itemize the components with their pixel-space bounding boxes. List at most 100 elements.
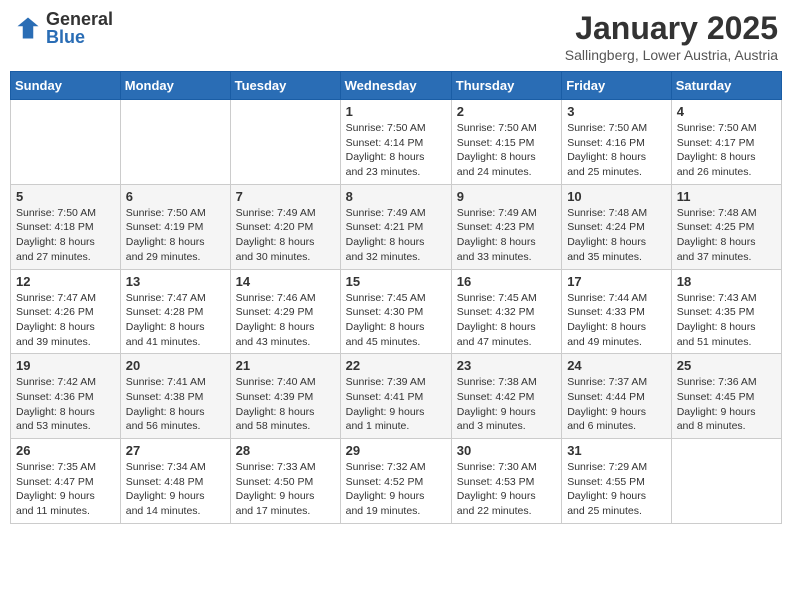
logo-text: General Blue — [46, 10, 113, 46]
calendar-cell: 3 Sunrise: 7:50 AM Sunset: 4:16 PM Daylig… — [562, 100, 672, 185]
day-number: 20 — [126, 358, 225, 373]
day-info: Sunrise: 7:30 AM Sunset: 4:53 PM Dayligh… — [457, 460, 556, 519]
calendar-cell: 17Sunrise: 7:44 AM Sunset: 4:33 PM Dayli… — [562, 269, 672, 354]
day-number: 3 — [567, 104, 666, 119]
day-info: Sunrise: 7:48 AM Sunset: 4:24 PM Dayligh… — [567, 206, 666, 265]
day-number: 25 — [677, 358, 776, 373]
weekday-header-thursday: Thursday — [451, 72, 561, 100]
day-info: Sunrise: 7:38 AM Sunset: 4:42 PM Dayligh… — [457, 375, 556, 434]
day-info: Sunrise: 7:49 AM Sunset: 4:20 PM Dayligh… — [236, 206, 335, 265]
day-number: 14 — [236, 274, 335, 289]
day-number: 26 — [16, 443, 115, 458]
calendar-cell: 19 Sunrise: 7:42 AM Sunset: 4:36 PM Dayli… — [11, 354, 121, 439]
day-info: Sunrise: 7:45 AM Sunset: 4:32 PM Dayligh… — [457, 291, 556, 350]
day-info: Sunrise: 7:46 AM Sunset: 4:29 PM Dayligh… — [236, 291, 335, 350]
day-number: 8 — [346, 189, 446, 204]
day-number: 2 — [457, 104, 556, 119]
day-number: 16 — [457, 274, 556, 289]
day-number: 15 — [346, 274, 446, 289]
day-number: 11 — [677, 189, 776, 204]
calendar-cell: 16 Sunrise: 7:45 AM Sunset: 4:32 PM Dayli… — [451, 269, 561, 354]
calendar-cell — [11, 100, 121, 185]
calendar-cell: 7 Sunrise: 7:49 AM Sunset: 4:20 PM Daylig… — [230, 184, 340, 269]
day-info: Sunrise: 7:43 AM Sunset: 4:35 PM Dayligh… — [677, 291, 776, 350]
calendar-cell: 5 Sunrise: 7:50 AM Sunset: 4:18 PM Daylig… — [11, 184, 121, 269]
calendar-cell: 2Sunrise: 7:50 AM Sunset: 4:15 PM Daylig… — [451, 100, 561, 185]
day-number: 9 — [457, 189, 556, 204]
day-number: 21 — [236, 358, 335, 373]
day-info: Sunrise: 7:45 AM Sunset: 4:30 PM Dayligh… — [346, 291, 446, 350]
weekday-header-monday: Monday — [120, 72, 230, 100]
calendar-cell: 14 Sunrise: 7:46 AM Sunset: 4:29 PM Dayli… — [230, 269, 340, 354]
logo-icon — [14, 14, 42, 42]
logo-general-text: General — [46, 10, 113, 28]
day-number: 23 — [457, 358, 556, 373]
calendar-table: SundayMondayTuesdayWednesdayThursdayFrid… — [10, 71, 782, 524]
day-number: 29 — [346, 443, 446, 458]
calendar-cell: 13Sunrise: 7:47 AM Sunset: 4:28 PM Dayli… — [120, 269, 230, 354]
day-number: 5 — [16, 189, 115, 204]
day-number: 1 — [346, 104, 446, 119]
day-info: Sunrise: 7:39 AM Sunset: 4:41 PM Dayligh… — [346, 375, 446, 434]
weekday-header-tuesday: Tuesday — [230, 72, 340, 100]
logo-blue-text: Blue — [46, 28, 113, 46]
day-info: Sunrise: 7:50 AM Sunset: 4:18 PM Dayligh… — [16, 206, 115, 265]
calendar-cell: 27 Sunrise: 7:34 AM Sunset: 4:48 PM Dayli… — [120, 439, 230, 524]
day-info: Sunrise: 7:35 AM Sunset: 4:47 PM Dayligh… — [16, 460, 115, 519]
calendar-cell: 12Sunrise: 7:47 AM Sunset: 4:26 PM Dayli… — [11, 269, 121, 354]
calendar-cell: 21 Sunrise: 7:40 AM Sunset: 4:39 PM Dayli… — [230, 354, 340, 439]
day-info: Sunrise: 7:42 AM Sunset: 4:36 PM Dayligh… — [16, 375, 115, 434]
day-info: Sunrise: 7:49 AM Sunset: 4:23 PM Dayligh… — [457, 206, 556, 265]
day-number: 18 — [677, 274, 776, 289]
calendar-week-3: 12Sunrise: 7:47 AM Sunset: 4:26 PM Dayli… — [11, 269, 782, 354]
calendar-cell: 23 Sunrise: 7:38 AM Sunset: 4:42 PM Dayli… — [451, 354, 561, 439]
calendar-cell: 31Sunrise: 7:29 AM Sunset: 4:55 PM Dayli… — [562, 439, 672, 524]
day-number: 31 — [567, 443, 666, 458]
calendar-cell — [230, 100, 340, 185]
day-info: Sunrise: 7:37 AM Sunset: 4:44 PM Dayligh… — [567, 375, 666, 434]
day-info: Sunrise: 7:33 AM Sunset: 4:50 PM Dayligh… — [236, 460, 335, 519]
calendar-body: 1Sunrise: 7:50 AM Sunset: 4:14 PM Daylig… — [11, 100, 782, 524]
day-info: Sunrise: 7:34 AM Sunset: 4:48 PM Dayligh… — [126, 460, 225, 519]
day-number: 19 — [16, 358, 115, 373]
page-header: General Blue January 2025 Sallingberg, L… — [10, 10, 782, 63]
day-info: Sunrise: 7:50 AM Sunset: 4:19 PM Dayligh… — [126, 206, 225, 265]
calendar-cell: 1Sunrise: 7:50 AM Sunset: 4:14 PM Daylig… — [340, 100, 451, 185]
day-number: 4 — [677, 104, 776, 119]
calendar-cell — [120, 100, 230, 185]
calendar-week-1: 1Sunrise: 7:50 AM Sunset: 4:14 PM Daylig… — [11, 100, 782, 185]
calendar-cell: 22 Sunrise: 7:39 AM Sunset: 4:41 PM Dayli… — [340, 354, 451, 439]
day-number: 28 — [236, 443, 335, 458]
calendar-cell: 20 Sunrise: 7:41 AM Sunset: 4:38 PM Dayli… — [120, 354, 230, 439]
calendar-cell: 28 Sunrise: 7:33 AM Sunset: 4:50 PM Dayli… — [230, 439, 340, 524]
day-info: Sunrise: 7:50 AM Sunset: 4:16 PM Dayligh… — [567, 121, 666, 180]
weekday-header-saturday: Saturday — [671, 72, 781, 100]
calendar-cell: 25 Sunrise: 7:36 AM Sunset: 4:45 PM Dayli… — [671, 354, 781, 439]
weekday-header-sunday: Sunday — [11, 72, 121, 100]
day-info: Sunrise: 7:40 AM Sunset: 4:39 PM Dayligh… — [236, 375, 335, 434]
day-number: 10 — [567, 189, 666, 204]
month-title: January 2025 — [565, 10, 778, 47]
logo: General Blue — [14, 10, 113, 46]
day-number: 27 — [126, 443, 225, 458]
day-info: Sunrise: 7:41 AM Sunset: 4:38 PM Dayligh… — [126, 375, 225, 434]
day-number: 22 — [346, 358, 446, 373]
calendar-cell: 18 Sunrise: 7:43 AM Sunset: 4:35 PM Dayli… — [671, 269, 781, 354]
calendar-cell: 11 Sunrise: 7:48 AM Sunset: 4:25 PM Dayli… — [671, 184, 781, 269]
day-info: Sunrise: 7:47 AM Sunset: 4:28 PM Dayligh… — [126, 291, 225, 350]
calendar-cell: 10 Sunrise: 7:48 AM Sunset: 4:24 PM Dayli… — [562, 184, 672, 269]
weekday-header-wednesday: Wednesday — [340, 72, 451, 100]
day-number: 30 — [457, 443, 556, 458]
day-info: Sunrise: 7:49 AM Sunset: 4:21 PM Dayligh… — [346, 206, 446, 265]
day-info: Sunrise: 7:32 AM Sunset: 4:52 PM Dayligh… — [346, 460, 446, 519]
day-number: 12 — [16, 274, 115, 289]
day-info: Sunrise: 7:48 AM Sunset: 4:25 PM Dayligh… — [677, 206, 776, 265]
calendar-week-5: 26 Sunrise: 7:35 AM Sunset: 4:47 PM Dayli… — [11, 439, 782, 524]
calendar-cell: 29 Sunrise: 7:32 AM Sunset: 4:52 PM Dayli… — [340, 439, 451, 524]
calendar-week-4: 19 Sunrise: 7:42 AM Sunset: 4:36 PM Dayli… — [11, 354, 782, 439]
calendar-cell: 4Sunrise: 7:50 AM Sunset: 4:17 PM Daylig… — [671, 100, 781, 185]
calendar-cell: 6Sunrise: 7:50 AM Sunset: 4:19 PM Daylig… — [120, 184, 230, 269]
day-info: Sunrise: 7:36 AM Sunset: 4:45 PM Dayligh… — [677, 375, 776, 434]
day-number: 7 — [236, 189, 335, 204]
calendar-cell: 26 Sunrise: 7:35 AM Sunset: 4:47 PM Dayli… — [11, 439, 121, 524]
